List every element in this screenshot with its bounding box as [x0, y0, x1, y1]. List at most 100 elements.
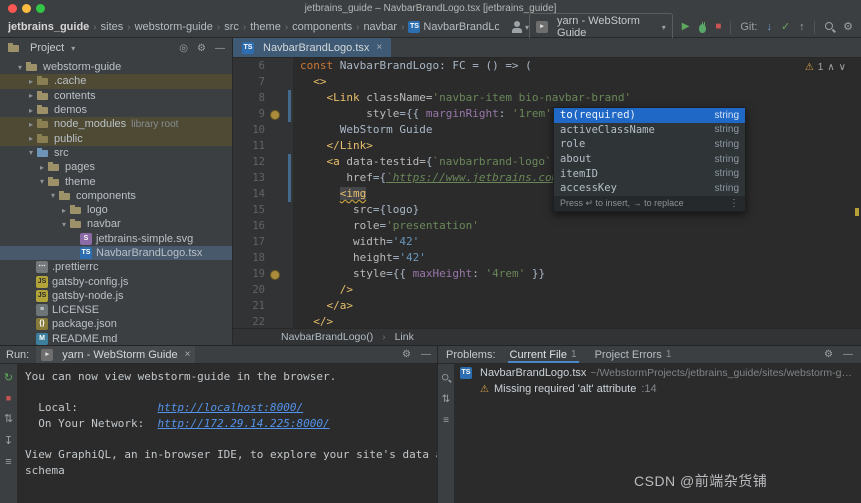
settings-gear-icon[interactable]: ⚙ [843, 21, 853, 33]
completion-item[interactable]: role string [554, 137, 745, 152]
scroll-to-end-icon[interactable]: ↧ [4, 434, 13, 447]
code-line[interactable]: 20 /> [233, 282, 861, 298]
breadcrumb-item[interactable]: components [292, 21, 352, 33]
tree-expand-icon[interactable]: ▸ [59, 206, 69, 215]
editor-tab-navbarbrandlogo[interactable]: TS NavbarBrandLogo.tsx × [233, 38, 392, 57]
editor-gutter[interactable]: 22 [233, 314, 293, 329]
code-line[interactable]: 18 height='42' [233, 250, 861, 266]
code-line[interactable]: 17 width='42' [233, 234, 861, 250]
search-everywhere-icon[interactable] [824, 21, 835, 33]
tree-item[interactable]: TS NavbarBrandLogo.tsx [0, 245, 232, 261]
code-line[interactable]: 6 const NavbarBrandLogo: FC = () => ( [233, 58, 861, 74]
editor-gutter[interactable]: 17 [233, 234, 293, 250]
tree-expand-icon[interactable]: ▸ [26, 120, 36, 129]
breadcrumb-item[interactable]: theme [250, 21, 281, 33]
editor-gutter[interactable]: 21 [233, 298, 293, 314]
editor-gutter[interactable]: 14 [233, 186, 293, 202]
minimize-window-icon[interactable] [22, 4, 31, 13]
close-tab-icon[interactable]: × [376, 42, 382, 53]
completion-item[interactable]: itemID string [554, 166, 745, 181]
debug-button[interactable] [698, 21, 707, 33]
code-line[interactable]: 8 <Link className='navbar-item bio-navba… [233, 90, 861, 106]
code-line[interactable]: 16 role='presentation' [233, 218, 861, 234]
code-editor[interactable]: 6 const NavbarBrandLogo: FC = () => (7 <>… [233, 58, 861, 329]
code-line[interactable]: 7 <> [233, 74, 861, 90]
run-configuration-select[interactable]: ▸ yarn - WebStorm Guide ▾ [529, 13, 673, 41]
code-line[interactable]: 9 style={{ marginRight: '1rem' }}> [233, 106, 861, 122]
editor-gutter[interactable]: 12 [233, 154, 293, 170]
editor-gutter[interactable]: 8 [233, 90, 293, 106]
breadcrumb-item[interactable]: navbar [363, 21, 397, 33]
code-with-me-icon[interactable] [511, 21, 523, 33]
problems-tab-current-file[interactable]: Current File 1 [507, 346, 579, 363]
editor-gutter[interactable]: 19 [233, 266, 293, 282]
clear-console-icon[interactable]: ≡ [5, 456, 11, 468]
maximize-window-icon[interactable] [36, 4, 45, 13]
completion-item[interactable]: activeClassName string [554, 123, 745, 138]
console-url-link[interactable]: http://localhost:8000/ [157, 401, 303, 414]
tree-expand-icon[interactable]: ▸ [26, 106, 36, 115]
tree-item[interactable]: ⋯ .prettierrc [0, 260, 232, 274]
tree-expand-icon[interactable]: ▾ [59, 220, 69, 229]
problems-settings-gear-icon[interactable]: ⚙ [824, 349, 833, 360]
scrollbar-warning-mark[interactable] [855, 208, 859, 216]
tree-expand-icon[interactable]: ▾ [48, 191, 58, 200]
hide-problems-panel-icon[interactable]: — [843, 349, 853, 360]
breadcrumb-item[interactable]: sites [101, 21, 124, 33]
run-button[interactable]: ▶ [682, 22, 690, 32]
editor-gutter[interactable]: 15 [233, 202, 293, 218]
breadcrumb-item[interactable]: jetbrains_guide [8, 21, 89, 33]
panel-settings-gear-icon[interactable]: ⚙ [197, 43, 206, 54]
gutter-intention-icon[interactable] [265, 266, 285, 282]
problem-warning-row[interactable]: ⚠ Missing required 'alt' attribute :14 [456, 382, 861, 396]
problems-filter-icon[interactable] [441, 373, 451, 383]
editor-breadcrumb-item[interactable]: Link [395, 331, 414, 343]
editor-breadcrumb-item[interactable]: NavbarBrandLogo() [281, 331, 373, 343]
rerun-icon[interactable]: ↻ [4, 371, 13, 384]
run-console-output[interactable]: You can now view webstorm-guide in the b… [19, 364, 437, 503]
tree-expand-icon[interactable]: ▸ [26, 91, 36, 100]
code-line[interactable]: 10 WebStorm Guide [233, 122, 861, 138]
problems-tab-project-errors[interactable]: Project Errors 1 [593, 346, 674, 363]
editor-gutter[interactable]: 20 [233, 282, 293, 298]
hide-panel-icon[interactable]: — [215, 43, 225, 54]
code-line[interactable]: 15 src={logo} [233, 202, 861, 218]
breadcrumb-item[interactable]: webstorm-guide [135, 21, 213, 33]
code-line[interactable]: 12 <a data-testid={`navbarbrand-logo`} c… [233, 154, 861, 170]
problem-file-row[interactable]: TS NavbarBrandLogo.tsx ~/WebstormProject… [456, 364, 861, 382]
console-url-link[interactable]: http://172.29.14.225:8000/ [157, 417, 329, 430]
close-run-tab-icon[interactable]: × [185, 349, 191, 360]
chevron-down-icon[interactable]: ▾ [71, 44, 75, 53]
breadcrumb-item[interactable]: src [224, 21, 239, 33]
inspections-widget[interactable]: ⚠ 1 ∧ ∨ [801, 61, 849, 74]
git-update-icon[interactable]: ↓ [766, 21, 772, 33]
tree-item[interactable]: ▸ node_modules library root [0, 117, 232, 132]
tree-item[interactable]: ▾ webstorm-guide [0, 60, 232, 74]
tree-item[interactable]: ▸ public [0, 131, 232, 146]
tree-expand-icon[interactable]: ▾ [26, 148, 36, 157]
project-panel-title[interactable]: Project [30, 42, 64, 54]
stop-process-icon[interactable]: ■ [6, 393, 11, 403]
git-commit-icon[interactable]: ✓ [781, 21, 790, 33]
expand-all-icon[interactable]: ⇅ [442, 394, 450, 405]
editor-gutter[interactable]: 11 [233, 138, 293, 154]
tree-item[interactable]: ▾ navbar [0, 217, 232, 231]
tree-item[interactable]: ▸ pages [0, 160, 232, 174]
tree-item[interactable]: JS gatsby-config.js [0, 274, 232, 288]
git-push-icon[interactable]: ↑ [799, 21, 805, 33]
gutter-intention-icon[interactable] [265, 106, 285, 122]
tree-item[interactable]: ▾ theme [0, 174, 232, 188]
code-line[interactable]: 22 </> [233, 314, 861, 329]
tree-item[interactable]: Sjetbrains-simple.svg [0, 232, 232, 246]
completion-item[interactable]: about string [554, 152, 745, 167]
code-line[interactable]: 19 style={{ maxHeight: '4rem' }} [233, 266, 861, 282]
completion-item[interactable]: to (required) string [554, 108, 745, 123]
editor-gutter[interactable]: 7 [233, 74, 293, 90]
tree-item[interactable]: ▾ src [0, 146, 232, 160]
tree-item[interactable]: JS gatsby-node.js [0, 289, 232, 303]
locate-file-icon[interactable]: ◎ [179, 43, 188, 54]
code-line[interactable]: 13 href={`https://www.jetbrains.com/webs… [233, 170, 861, 186]
tree-expand-icon[interactable]: ▾ [37, 177, 47, 186]
code-line[interactable]: 21 </a> [233, 298, 861, 314]
tree-item[interactable]: M README.md [0, 332, 232, 345]
